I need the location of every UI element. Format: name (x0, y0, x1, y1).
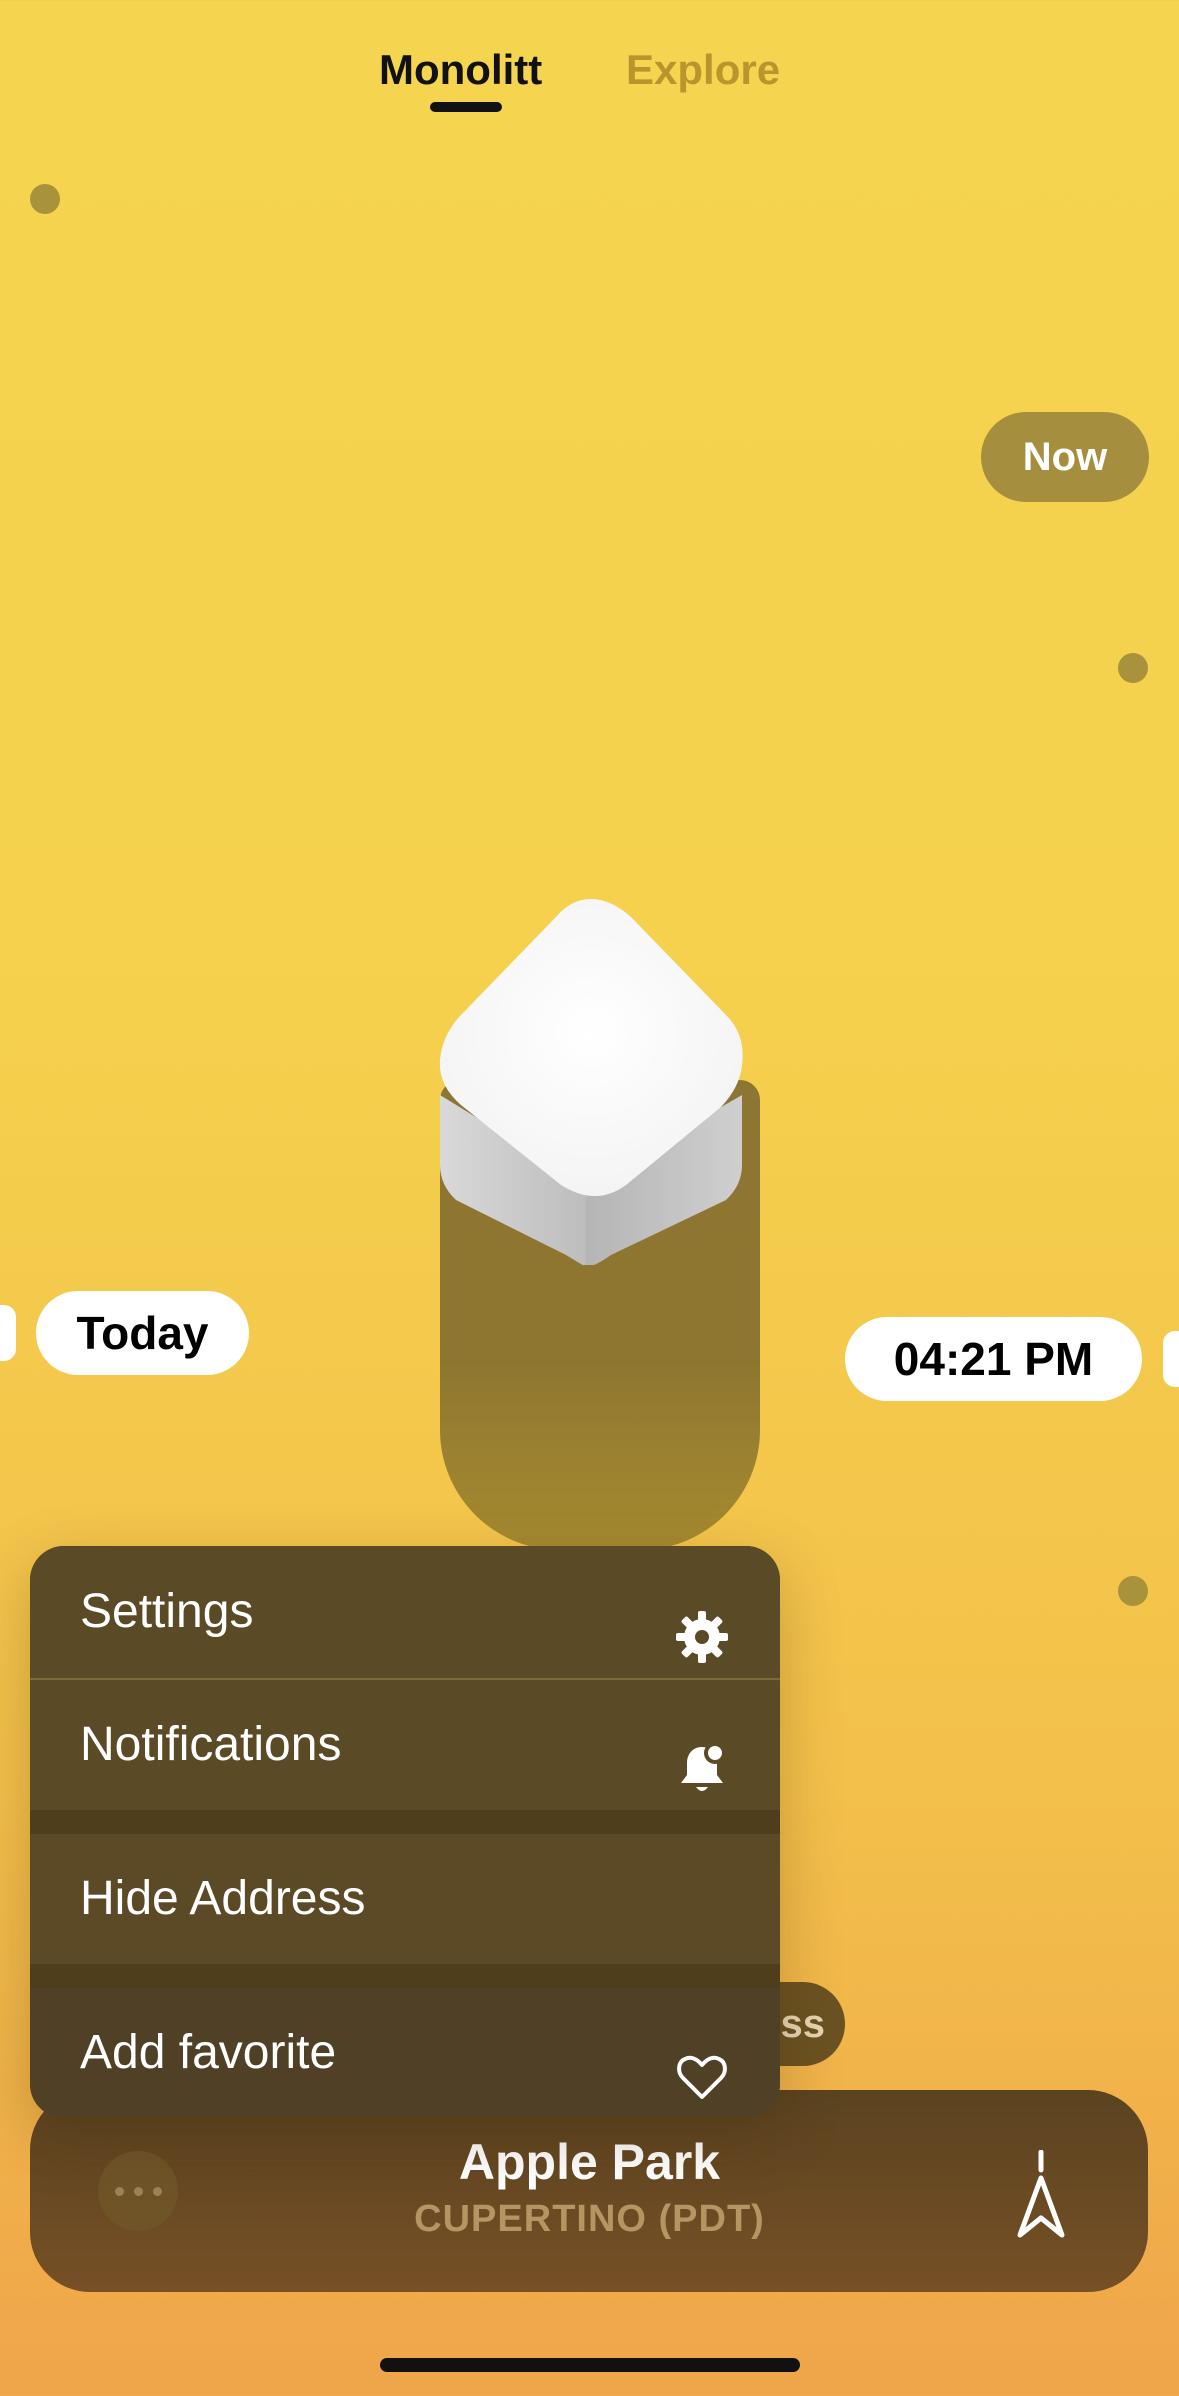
menu-item-label: Notifications (80, 1718, 342, 1771)
menu-item-notifications[interactable]: Notifications (30, 1680, 780, 1810)
top-tab-bar: Monolitt Explore (0, 40, 1179, 120)
cube-illustration (439, 899, 743, 1267)
location-bar[interactable] (30, 2090, 1148, 2292)
context-menu: Settings Notifications Hide Address Add … (30, 1546, 780, 2118)
menu-separator (30, 1964, 780, 1988)
timeline-dot (1118, 1576, 1148, 1606)
bell-badge-icon (674, 1717, 730, 1791)
today-label[interactable]: Today (36, 1291, 249, 1375)
location-title: Apple Park (458, 2134, 721, 2190)
timeline-dot (30, 184, 60, 214)
location-subtitle: CUPERTINO (PDT) (414, 2198, 765, 2240)
edge-tab (0, 1305, 16, 1361)
compass-arrow-icon[interactable] (1008, 2149, 1078, 2240)
gear-icon (674, 1584, 730, 1663)
menu-item-add-favorite[interactable]: Add favorite (30, 1988, 780, 2118)
active-tab-indicator (430, 102, 502, 112)
edge-tab (1163, 1331, 1179, 1387)
home-indicator[interactable] (380, 2358, 800, 2372)
heart-icon (674, 2025, 730, 2099)
menu-item-label: Settings (80, 1585, 254, 1638)
now-button[interactable]: Now (981, 412, 1149, 502)
menu-item-hide-address[interactable]: Hide Address (30, 1834, 780, 1964)
monolith-cube[interactable] (436, 895, 746, 1267)
time-label[interactable]: 04:21 PM (845, 1317, 1142, 1401)
menu-item-label: Hide Address (80, 1872, 366, 1925)
timeline-dot (1118, 653, 1148, 683)
menu-item-label: Add favorite (80, 2026, 337, 2079)
menu-separator (30, 1810, 780, 1834)
tab-monolitt[interactable]: Monolitt (379, 40, 542, 100)
tab-explore[interactable]: Explore (626, 40, 780, 100)
menu-item-settings[interactable]: Settings (30, 1546, 780, 1678)
